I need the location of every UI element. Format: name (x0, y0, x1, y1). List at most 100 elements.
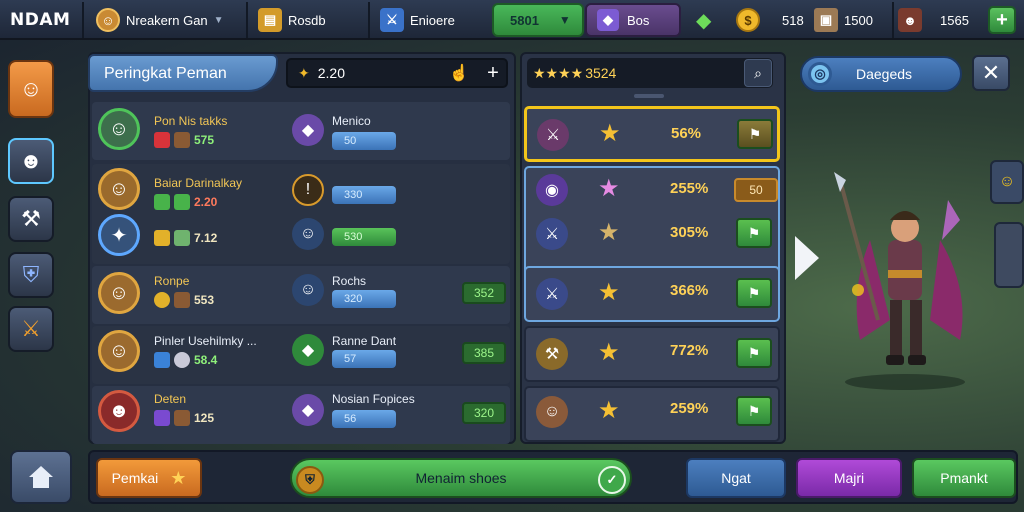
majri-button[interactable]: Majri (796, 458, 902, 498)
emerald-icon (174, 194, 190, 210)
topaz-icon (154, 230, 170, 246)
thumbs-up-icon[interactable]: ☝ (446, 61, 472, 85)
main-action-button[interactable]: ⛨ Menaim shoes ✓ (290, 458, 632, 498)
orb-item-icon: ◉ (536, 174, 568, 206)
green-resource-pill[interactable]: 5801 ▼ (492, 3, 584, 37)
search-bar[interactable]: ✦ 2.20 ☝ + (286, 58, 508, 88)
ruby-icon (154, 132, 170, 148)
close-button[interactable]: ✕ (972, 55, 1010, 91)
sidebar-equipment[interactable]: ⚔ (8, 306, 54, 352)
player-stat: 7.12 (194, 231, 218, 245)
player-name: Nreakern Gan (126, 12, 208, 28)
chevron-down-icon: ▼ (213, 14, 224, 26)
crystal-item-icon: ◆ (292, 114, 324, 146)
add-icon[interactable]: + (480, 61, 506, 85)
chevron-down-icon: ▼ (558, 13, 571, 27)
dagger-item-icon: ⚔ (537, 119, 569, 151)
item-level-bar: 530 (332, 228, 396, 246)
home-button[interactable] (10, 450, 72, 504)
player-avatar: ☻ (98, 390, 140, 432)
reward-percent: 56% (671, 125, 702, 142)
player-stat: 553 (194, 293, 215, 307)
emerald-icon (154, 194, 170, 210)
item-name: Nosian Fopices (332, 392, 415, 406)
sword-icon: ⚔ (21, 316, 41, 341)
pmankt-button[interactable]: Pmankt (912, 458, 1016, 498)
ngat-button[interactable]: Ngat (686, 458, 786, 498)
ranking-button-label: Pemkai (111, 470, 159, 486)
reward-percent: 259% (670, 400, 709, 417)
shield-icon: ⛨ (296, 466, 324, 494)
reward-percent: 255% (670, 180, 709, 197)
player-avatar: ☺ (98, 330, 140, 372)
check-icon: ✓ (598, 466, 626, 494)
energy-counter: ☻ 1565 (898, 4, 969, 36)
face-icon (154, 292, 170, 308)
player-avatar: ☺ (98, 108, 140, 150)
search-value: 2.20 (317, 65, 345, 81)
side-panel-tab[interactable] (994, 222, 1024, 288)
player-avatar-icon: ☺ (96, 8, 120, 32)
sapphire-icon (154, 352, 170, 368)
reward-card[interactable]: ⚔ ★ 56% ⚑ (524, 106, 780, 162)
character-item-icon: ☺ (536, 396, 568, 428)
player-profile[interactable]: ☺ Nreakern Gan ▼ (96, 4, 224, 36)
details-button[interactable]: ◎ Daegeds (800, 56, 962, 92)
item-name: Menico (332, 114, 371, 128)
bag-icon (174, 132, 190, 148)
rating-value: 3524 (585, 65, 617, 81)
gem-icon: ◆ (597, 9, 619, 31)
bag-icon (174, 292, 190, 308)
reward-card[interactable]: ☺ ★ 259% ⚑ (524, 386, 780, 442)
claim-button[interactable]: ⚑ (736, 396, 772, 426)
sidebar-weapons[interactable]: ⚒ (8, 196, 54, 242)
bag-icon (174, 410, 190, 426)
reward-badge: 50 (734, 178, 778, 202)
item-name: Ranne Dant (332, 334, 397, 348)
face-icon (174, 352, 190, 368)
reward-card[interactable]: ⚔ ★ 366% ⚑ (524, 266, 780, 322)
item-level-bar: 57 (332, 350, 396, 368)
score-badge: 352 (462, 282, 506, 304)
sword-icon: ⚔ (380, 8, 404, 32)
ranking-button[interactable]: Pemkai ★ (96, 458, 202, 498)
player-stat: 575 (194, 133, 215, 147)
green-crystal-icon: ◆ (696, 10, 712, 32)
table-row[interactable]: ☺ Pon Nis takks 575 ◆ Menico 50 (92, 102, 510, 160)
score-badge: 385 (462, 342, 506, 364)
next-arrow-icon[interactable] (795, 236, 819, 280)
resource-rosdb[interactable]: ▤ Rosdb (258, 4, 326, 36)
target-icon: ◎ (808, 62, 832, 86)
sword-item-icon: ⚔ (536, 278, 568, 310)
claim-button[interactable]: ⚑ (737, 119, 773, 149)
reward-card[interactable]: ⚒ ★ 772% ⚑ (524, 326, 780, 382)
table-row[interactable]: ☺ Pinler Usehilmky ... 58.4 ◆ Ranne Dant… (92, 326, 510, 384)
chest-value: 1500 (844, 12, 873, 28)
table-row[interactable]: ☻ Deten 125 ◆ Nosian Fopices 56 320 (92, 386, 510, 444)
claim-button[interactable]: ⚑ (736, 278, 772, 308)
reward-card[interactable]: ◉ ★ 255% 50 ⚔ ★ 305% ⚑ (524, 166, 780, 278)
player-avatar: ☺ (98, 168, 140, 210)
search-icon[interactable]: ⌕ (744, 59, 772, 87)
player-stat: 125 (194, 411, 215, 425)
side-hero-icon[interactable]: ☺ (990, 160, 1024, 204)
player-name: Pinler Usehilmky ... (154, 334, 257, 348)
table-row[interactable]: ☺ Ronpe 553 ☺ Rochs 320 352 (92, 266, 510, 324)
sidebar-armor[interactable]: ⛨ (8, 252, 54, 298)
panel-title: Peringkat Peman (88, 54, 278, 92)
table-row[interactable]: ☺ Baiar Darinalkay 2.20 ! 330 ✦ 7.12 ☺ 5… (92, 164, 510, 264)
claim-button[interactable]: ⚑ (736, 338, 772, 368)
star-icon: ★ (598, 219, 620, 246)
character-item-icon: ☺ (292, 218, 324, 250)
sidebar-heroes[interactable]: ☻ (8, 138, 54, 184)
drag-handle[interactable] (634, 94, 664, 98)
axe-item-icon: ⚒ (536, 338, 568, 370)
claim-button[interactable]: ⚑ (736, 218, 772, 248)
sidebar-hero-portrait[interactable]: ☺ (8, 60, 54, 118)
crate-icon: ▣ (814, 8, 838, 32)
main-action-label: Menaim shoes (415, 470, 507, 486)
purple-resource-pill[interactable]: ◆ Bos (585, 3, 681, 37)
resource-enioere[interactable]: ⚔ Enioere (380, 4, 455, 36)
player-stat: 58.4 (194, 353, 218, 367)
add-energy-button[interactable]: + (988, 6, 1016, 34)
